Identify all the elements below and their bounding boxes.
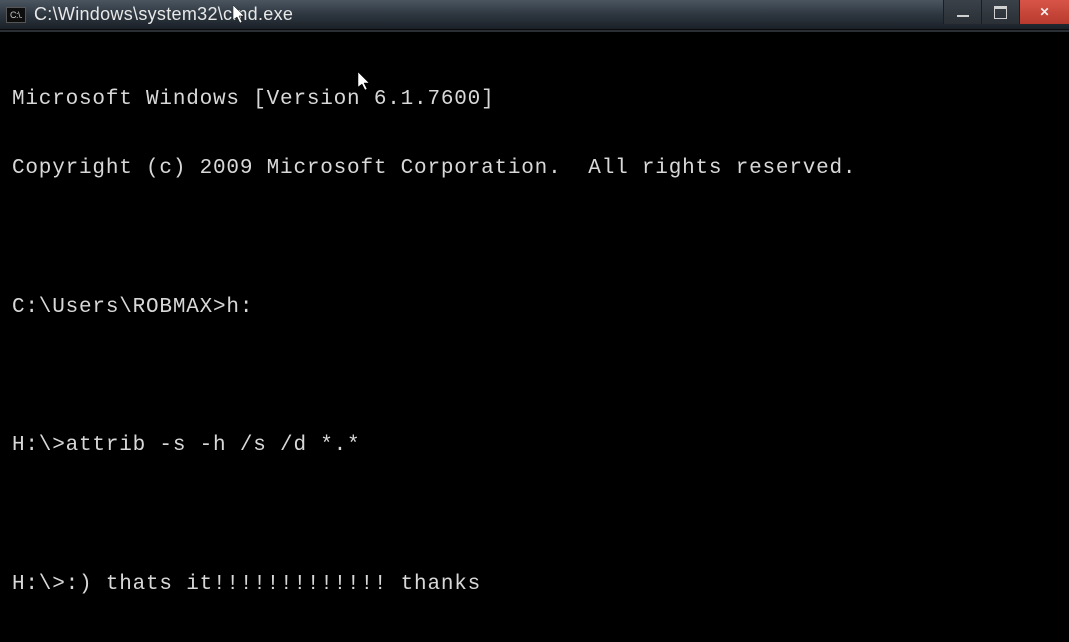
window-controls	[943, 0, 1069, 24]
cmd-icon: C:\.	[6, 7, 26, 23]
terminal-line: Copyright (c) 2009 Microsoft Corporation…	[12, 157, 1057, 180]
terminal-line: C:\Users\ROBMAX>h:	[12, 296, 1057, 319]
close-button[interactable]	[1019, 0, 1069, 24]
terminal-blank	[12, 504, 1057, 527]
terminal-line: H:\>:) thats it!!!!!!!!!!!!! thanks	[12, 573, 1057, 596]
terminal-output[interactable]: Microsoft Windows [Version 6.1.7600] Cop…	[0, 30, 1069, 522]
terminal-line: H:\>attrib -s -h /s /d *.*	[12, 434, 1057, 457]
titlebar[interactable]: C:\. C:\Windows\system32\cmd.exe	[0, 0, 1069, 30]
window-title: C:\Windows\system32\cmd.exe	[34, 4, 293, 25]
terminal-blank	[12, 227, 1057, 250]
terminal-line: Microsoft Windows [Version 6.1.7600]	[12, 88, 1057, 111]
minimize-button[interactable]	[943, 0, 981, 24]
terminal-blank	[12, 365, 1057, 388]
maximize-button[interactable]	[981, 0, 1019, 24]
cmd-window: C:\. C:\Windows\system32\cmd.exe Microso…	[0, 0, 1069, 522]
